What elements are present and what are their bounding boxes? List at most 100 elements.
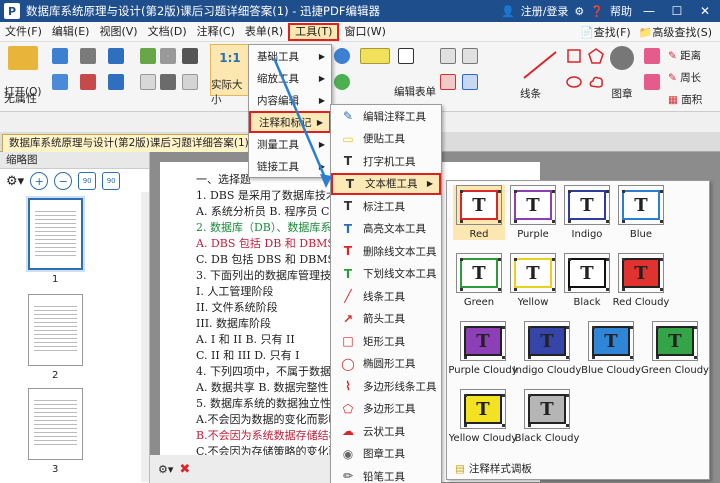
help-link[interactable]: 帮助 bbox=[610, 3, 632, 19]
text-box-style-swatch[interactable]: T Purple bbox=[507, 185, 559, 240]
camera-icon[interactable] bbox=[182, 48, 198, 64]
settings-icon[interactable]: ⚙ bbox=[574, 5, 584, 18]
underline-text-icon: T bbox=[343, 266, 353, 281]
text-box-style-swatch[interactable]: T Blue bbox=[615, 185, 667, 240]
thumbnail-scrollbar[interactable] bbox=[141, 192, 149, 482]
annotation-menu-item[interactable]: ☁ 云状工具 bbox=[331, 420, 441, 443]
hand-icon[interactable] bbox=[140, 48, 156, 64]
area-button[interactable]: ▦ 面积 bbox=[668, 92, 702, 107]
cloud-icon[interactable] bbox=[588, 74, 604, 90]
minimize-button[interactable]: — bbox=[638, 2, 660, 20]
annotation-menu-item[interactable]: ⌇ 多边形线条工具 bbox=[331, 375, 441, 398]
sticky-note-icon[interactable] bbox=[360, 48, 390, 64]
text-box-style-swatch[interactable]: T Red Cloudy bbox=[613, 253, 669, 308]
annotation-menu-item[interactable]: T 高亮文本工具 bbox=[331, 218, 441, 241]
annotation-menu-item[interactable]: ◯ 椭圆形工具 bbox=[331, 353, 441, 376]
form-text-icon[interactable] bbox=[440, 48, 456, 64]
annotation-menu-item[interactable]: ◉ 图章工具 bbox=[331, 443, 441, 466]
menu-tools[interactable]: 工具(T) bbox=[288, 22, 340, 41]
line-icon[interactable] bbox=[520, 48, 560, 82]
menu-form[interactable]: 表单(R) bbox=[240, 23, 288, 41]
perimeter-button[interactable]: ✎ 周长 bbox=[668, 70, 701, 85]
strikeout-icon[interactable] bbox=[440, 74, 456, 90]
thumbnail-zoom-out-icon[interactable]: − bbox=[54, 172, 73, 190]
resize-handle-icon bbox=[566, 356, 569, 359]
ellipse-icon[interactable] bbox=[566, 74, 582, 90]
menu-comment[interactable]: 注释(C) bbox=[192, 23, 240, 41]
annotation-menu-item[interactable]: ╱ 线条工具 bbox=[331, 285, 441, 308]
rotate-right-icon[interactable]: 90 bbox=[102, 172, 121, 190]
edit-text-icon[interactable] bbox=[160, 74, 176, 90]
image-icon[interactable] bbox=[182, 74, 198, 90]
resize-handle-icon bbox=[464, 424, 467, 427]
maximize-button[interactable]: ☐ bbox=[666, 2, 688, 20]
text-box-style-swatch[interactable]: T Yellow Cloudy bbox=[449, 389, 517, 444]
save-icon[interactable] bbox=[52, 48, 68, 64]
thumbnail-options-icon[interactable]: ⚙▾ bbox=[6, 174, 24, 189]
annotation-menu-item[interactable]: T 打字机工具 bbox=[331, 150, 441, 173]
text-box-style-swatch[interactable]: T Black bbox=[561, 253, 613, 308]
eraser-icon[interactable] bbox=[644, 48, 660, 64]
text-box-style-swatch[interactable]: T Indigo Cloudy bbox=[513, 321, 581, 376]
print-icon[interactable] bbox=[80, 48, 96, 64]
text-box-style-preview: T bbox=[460, 389, 506, 429]
text-select-icon[interactable] bbox=[140, 74, 156, 90]
distance-button[interactable]: ✎ 距离 bbox=[668, 48, 701, 63]
annotation-menu-item[interactable]: ✏ 铅笔工具 bbox=[331, 465, 441, 483]
annotation-menu-item[interactable]: ⬠ 多边形工具 bbox=[331, 398, 441, 421]
style-palette-button[interactable]: ▤ 注释样式调板 bbox=[455, 461, 532, 476]
lines-button[interactable]: 线条 bbox=[520, 86, 541, 101]
annotation-menu-item[interactable]: T 下划线文本工具 bbox=[331, 263, 441, 286]
text-box-style-label: Red bbox=[469, 229, 489, 240]
help-icon[interactable]: ❓ bbox=[590, 5, 604, 18]
close-button[interactable]: ✕ bbox=[694, 2, 716, 20]
login-link[interactable]: 注册/登录 bbox=[521, 3, 569, 19]
rectangle-icon[interactable] bbox=[566, 48, 582, 64]
advanced-find-button[interactable]: 📁高级查找(S) bbox=[639, 24, 712, 40]
annotation-menu-item[interactable]: □ 矩形工具 bbox=[331, 330, 441, 353]
cut-icon[interactable] bbox=[80, 74, 96, 90]
actual-size-button[interactable]: 1:1 实际大小 bbox=[210, 44, 250, 106]
page-thumbnail[interactable] bbox=[28, 294, 83, 366]
text-box-style-swatch[interactable]: T Blue Cloudy bbox=[581, 321, 641, 376]
email-icon[interactable] bbox=[52, 74, 68, 90]
redo-icon[interactable] bbox=[108, 74, 124, 90]
form-field-icon[interactable] bbox=[462, 48, 478, 64]
find-button[interactable]: 📄查找(F) bbox=[580, 24, 631, 40]
annotation-menu-item[interactable]: ▭ 便贴工具 bbox=[331, 128, 441, 151]
annotation-menu-item[interactable]: T 删除线文本工具 bbox=[331, 240, 441, 263]
pentagon-icon[interactable] bbox=[588, 48, 604, 64]
menu-view[interactable]: 视图(V) bbox=[94, 23, 142, 41]
select-icon[interactable] bbox=[160, 48, 176, 64]
delete-page-icon[interactable]: ✖ bbox=[179, 462, 190, 477]
thumbnail-zoom-in-icon[interactable]: + bbox=[30, 172, 49, 190]
pencil-icon[interactable] bbox=[644, 74, 660, 90]
menu-edit[interactable]: 编辑(E) bbox=[47, 23, 95, 41]
stamp-button[interactable]: 图章 bbox=[610, 46, 634, 101]
menu-file[interactable]: 文件(F) bbox=[0, 23, 47, 41]
text-box-style-swatch[interactable]: T Green Cloudy bbox=[641, 321, 709, 376]
edit-form-button[interactable]: 编辑表单 bbox=[394, 78, 436, 99]
resize-handle-icon bbox=[464, 356, 467, 359]
user-icon[interactable]: 👤 bbox=[501, 5, 515, 18]
annotation-menu-item[interactable]: ✎ 编辑注释工具 bbox=[331, 105, 441, 128]
page-options-icon[interactable]: ⚙▾ bbox=[158, 463, 173, 476]
page-thumbnail[interactable] bbox=[28, 198, 83, 270]
text-box-icon[interactable] bbox=[398, 48, 414, 64]
text-box-style-swatch[interactable]: T Yellow bbox=[507, 253, 559, 308]
text-box-style-swatch[interactable]: T Red bbox=[453, 185, 505, 240]
underline-icon[interactable] bbox=[462, 74, 478, 90]
annotation-menu-item[interactable]: ↗ 箭头工具 bbox=[331, 308, 441, 331]
text-box-style-swatch[interactable]: T Green bbox=[453, 253, 505, 308]
rotate-left-icon[interactable]: 90 bbox=[78, 172, 97, 190]
document-tab[interactable]: 数据库系统原理与设计(第2版)课后习题详细答案(1) * ✕ bbox=[2, 134, 281, 152]
annotation-menu-item[interactable]: T 标注工具 bbox=[331, 195, 441, 218]
text-box-style-swatch[interactable]: T Indigo bbox=[561, 185, 613, 240]
menu-document[interactable]: 文档(D) bbox=[143, 23, 192, 41]
undo-icon[interactable] bbox=[108, 48, 124, 64]
text-box-style-swatch[interactable]: T Purple Cloudy bbox=[448, 321, 518, 376]
page-thumbnail[interactable] bbox=[28, 388, 83, 460]
menu-window[interactable]: 窗口(W) bbox=[339, 23, 390, 41]
annotation-menu-item[interactable]: T 文本框工具 ▶ bbox=[331, 172, 441, 195]
text-box-style-swatch[interactable]: T Black Cloudy bbox=[515, 389, 579, 444]
